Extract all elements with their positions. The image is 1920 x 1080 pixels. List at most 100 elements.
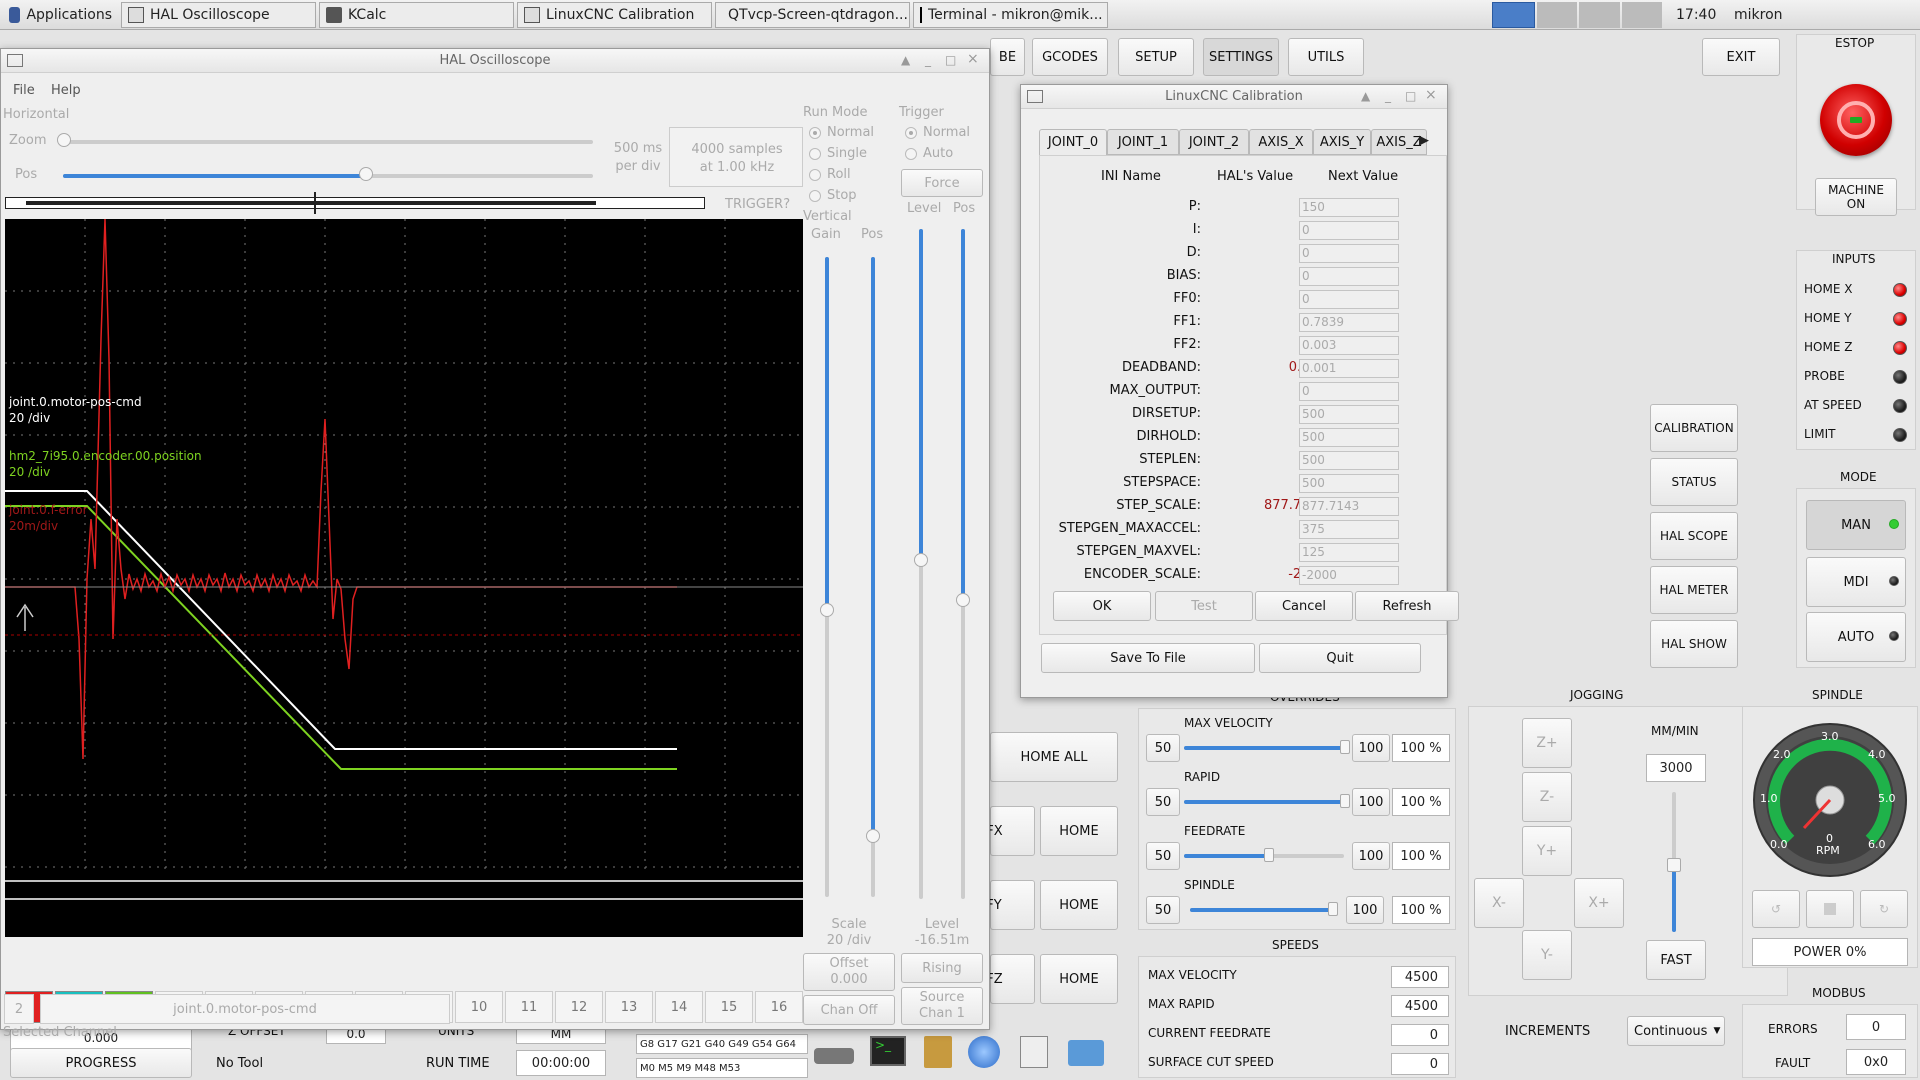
browser-icon[interactable] (968, 1036, 1000, 1068)
home-y-button[interactable]: HOME (1040, 880, 1118, 930)
window-menu-icon[interactable] (7, 54, 23, 67)
override-min-button[interactable]: 50 (1146, 734, 1180, 762)
home-all-button[interactable]: HOME ALL (990, 732, 1118, 782)
selected-channel-name[interactable]: joint.0.motor-pos-cmd (40, 994, 450, 1024)
workspace-1[interactable] (1492, 1, 1535, 28)
test-button[interactable]: Test (1155, 591, 1253, 621)
jog-fast-button[interactable]: FAST (1646, 940, 1706, 980)
side-button-calibration[interactable]: CALIBRATION (1650, 404, 1738, 452)
zoom-handle[interactable] (57, 133, 71, 147)
channel-button-15[interactable]: 15 (705, 991, 753, 1023)
mode-auto-button[interactable]: AUTO (1806, 612, 1906, 662)
task-qtvcp[interactable]: QTvcp-Screen-qtdragon... (715, 1, 910, 28)
tab-axis_x[interactable]: AXIS_X (1249, 129, 1313, 155)
scope-titlebar[interactable]: HAL Oscilloscope ▲ _ □ × (1, 49, 989, 73)
applications-menu[interactable]: Applications (3, 2, 118, 28)
save-to-file-button[interactable]: Save To File (1041, 643, 1255, 673)
side-button-hal-meter[interactable]: HAL METER (1650, 566, 1738, 614)
gain-handle[interactable] (820, 603, 834, 617)
chan-off-button[interactable]: Chan Off (803, 995, 895, 1025)
clock[interactable]: 17:40 (1676, 7, 1726, 23)
next-value-field[interactable]: 500 (1299, 451, 1399, 470)
workspace-4[interactable] (1621, 1, 1662, 28)
run-stop-radio[interactable] (809, 190, 821, 202)
calibration-titlebar[interactable]: LinuxCNC Calibration ▲ _ □ × (1021, 85, 1447, 109)
mode-mdi-button[interactable]: MDI (1806, 557, 1906, 607)
tab-joint_0[interactable]: JOINT_0 (1039, 129, 1107, 155)
offset-button[interactable]: Offset 0.000 (803, 953, 895, 991)
exit-button[interactable]: EXIT (1702, 38, 1780, 76)
next-value-field[interactable]: 500 (1299, 428, 1399, 447)
minimize-icon[interactable]: _ (925, 53, 931, 67)
maximize-icon[interactable]: □ (945, 53, 956, 67)
next-value-field[interactable]: 0.003 (1299, 336, 1399, 355)
next-value-field[interactable]: 0 (1299, 382, 1399, 401)
channel-button-14[interactable]: 14 (655, 991, 703, 1023)
tab-joint_2[interactable]: JOINT_2 (1179, 129, 1249, 155)
override-handle[interactable] (1340, 740, 1350, 754)
run-normal-radio[interactable] (809, 127, 821, 139)
jog-y-plus-button[interactable]: Y+ (1522, 826, 1572, 876)
spindle-forward-button[interactable]: ↻ (1860, 890, 1908, 928)
refresh-button[interactable]: Refresh (1355, 591, 1459, 621)
side-button-hal-show[interactable]: HAL SHOW (1650, 620, 1738, 668)
override-handle[interactable] (1264, 848, 1274, 862)
jog-speed-handle[interactable] (1667, 858, 1681, 872)
tab-settings[interactable]: SETTINGS (1203, 38, 1279, 76)
mode-man-button[interactable]: MAN (1806, 500, 1906, 550)
user-name[interactable]: mikron (1734, 7, 1783, 23)
scope-display[interactable]: joint.0.motor-pos-cmd 20 /div hm2_7i95.0… (5, 218, 803, 937)
menu-file[interactable]: File (13, 83, 35, 98)
override-min-button[interactable]: 50 (1146, 896, 1180, 924)
channel-button-12[interactable]: 12 (555, 991, 603, 1023)
archive-icon[interactable] (924, 1036, 952, 1068)
trigger-auto-radio[interactable] (905, 148, 917, 160)
shade-icon[interactable]: ▲ (901, 53, 910, 67)
next-value-field[interactable]: 0 (1299, 267, 1399, 286)
ok-button[interactable]: OK (1053, 591, 1151, 621)
refz-button[interactable]: REFZ (969, 954, 1035, 1004)
jog-z-plus-button[interactable]: Z+ (1522, 718, 1572, 768)
menu-help[interactable]: Help (51, 83, 81, 98)
override-min-button[interactable]: 50 (1146, 788, 1180, 816)
refx-button[interactable]: REFX (969, 806, 1035, 856)
search-icon[interactable] (1020, 1036, 1048, 1068)
close-icon[interactable]: × (1425, 87, 1437, 103)
jog-z-minus-button[interactable]: Z- (1522, 772, 1572, 822)
workspace-2[interactable] (1536, 1, 1577, 28)
side-button-hal-scope[interactable]: HAL SCOPE (1650, 512, 1738, 560)
channel-button-11[interactable]: 11 (505, 991, 553, 1023)
spindle-reverse-button[interactable]: ↺ (1752, 890, 1800, 928)
override-max-button[interactable]: 100 (1352, 734, 1390, 762)
override-handle[interactable] (1340, 794, 1350, 808)
tab-gcodes[interactable]: GCODES (1032, 38, 1108, 76)
task-kcalc[interactable]: KCalc (319, 1, 514, 28)
jog-y-minus-button[interactable]: Y- (1522, 930, 1572, 980)
samples-box[interactable]: 4000 samples at 1.00 kHz (669, 127, 803, 187)
next-value-field[interactable]: 500 (1299, 474, 1399, 493)
level-handle[interactable] (914, 553, 928, 567)
cancel-button[interactable]: Cancel (1255, 591, 1353, 621)
close-icon[interactable]: × (967, 51, 979, 67)
channel-button-16[interactable]: 16 (755, 991, 803, 1023)
tab-setup[interactable]: SETUP (1118, 38, 1194, 76)
run-roll-radio[interactable] (809, 169, 821, 181)
next-value-field[interactable]: 0 (1299, 244, 1399, 263)
tab-be[interactable]: BE (990, 38, 1025, 76)
trigger-normal-radio[interactable] (905, 127, 917, 139)
next-value-field[interactable]: 0 (1299, 221, 1399, 240)
drive-icon[interactable] (814, 1048, 854, 1064)
next-value-field[interactable]: 150 (1299, 198, 1399, 217)
refy-button[interactable]: REFY (969, 880, 1035, 930)
maximize-icon[interactable]: □ (1405, 89, 1416, 103)
workspace-3[interactable] (1579, 1, 1620, 28)
next-value-field[interactable]: 500 (1299, 405, 1399, 424)
window-menu-icon[interactable] (1027, 90, 1043, 103)
jog-speed-field[interactable]: 3000 (1646, 754, 1706, 782)
pos-handle[interactable] (359, 167, 373, 181)
next-value-field[interactable]: 877.7143 (1299, 497, 1399, 516)
next-value-field[interactable]: 0.001 (1299, 359, 1399, 378)
channel-button-13[interactable]: 13 (605, 991, 653, 1023)
workspace-switcher[interactable] (1492, 1, 1662, 28)
rising-button[interactable]: Rising (901, 953, 983, 983)
